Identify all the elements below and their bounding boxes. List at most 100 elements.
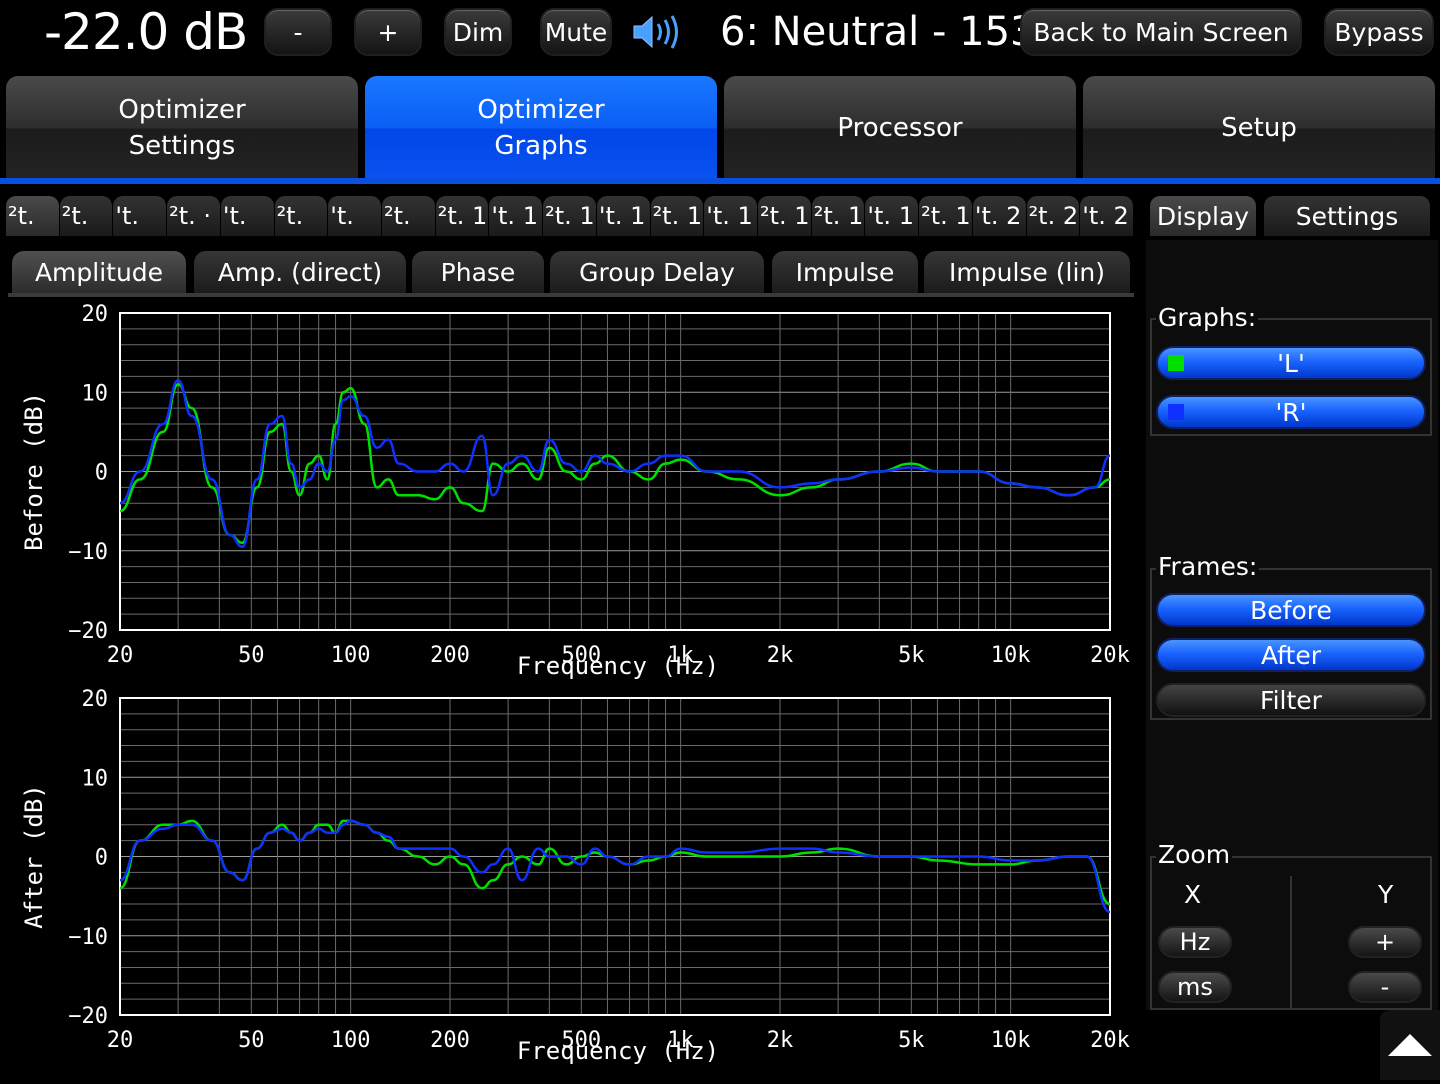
volume-readout: -22.0 dB (44, 3, 248, 61)
preset-title: 6: Neutral - 153 (720, 9, 1036, 55)
x-tick-label: 10k (991, 643, 1031, 668)
y-tick-label: 0 (95, 461, 108, 486)
after-amplitude-chart: 20100−10−2020 50 100 200 500 1k 2k 5k 10k 20kFreq… (20, 687, 1130, 1065)
position-tab[interactable]: 't. 1 (489, 196, 543, 236)
tab-processor[interactable]: Processor (724, 76, 1076, 180)
zoom-x-label: X (1184, 880, 1202, 909)
graph-toggle-right[interactable]: 'R' (1156, 395, 1426, 429)
scroll-up-button[interactable] (1380, 1010, 1440, 1080)
frames-group-title: Frames: (1156, 552, 1260, 581)
position-tab[interactable]: 't. 1 (596, 196, 650, 236)
x-tick-label: 50 (238, 1028, 265, 1053)
zoom-group-title: Zoom (1156, 840, 1233, 869)
position-tab[interactable]: 't. (113, 196, 167, 236)
zoom-y-out-button[interactable]: - (1348, 971, 1422, 1003)
tab-impulse-lin[interactable]: Impulse (lin) (924, 251, 1130, 293)
right-channel-swatch (1168, 404, 1184, 420)
position-tab[interactable]: ²t. · (167, 196, 220, 236)
y-tick-label: −10 (68, 925, 108, 950)
left-channel-swatch (1168, 355, 1184, 371)
position-tab[interactable]: ²t. 1· (650, 196, 704, 236)
position-tab[interactable]: 't. 2 (972, 196, 1026, 236)
x-tick-label: 50 (238, 643, 265, 668)
x-tick-label: 5k (898, 1028, 925, 1053)
x-tick-label: 20 (107, 643, 134, 668)
before-amplitude-chart: 20100−10−2020 50 100 200 500 1k 2k 5k 10k 20kFreq… (20, 302, 1130, 680)
y-tick-label: 20 (82, 687, 109, 712)
tab-optimizer-graphs[interactable]: Optimizer Graphs (365, 76, 717, 180)
y-tick-label: −10 (68, 540, 108, 565)
tab-group-delay[interactable]: Group Delay (550, 251, 764, 293)
tab-settings[interactable]: Settings (1264, 196, 1430, 236)
y-axis-label: After (dB) (20, 784, 48, 929)
y-tick-label: 20 (82, 302, 109, 327)
position-tab[interactable]: ²t. (382, 196, 435, 236)
zoom-y-in-button[interactable]: + (1348, 926, 1422, 958)
zoom-x-ms-button[interactable]: ms (1158, 971, 1232, 1003)
x-tick-label: 20 (107, 1028, 134, 1053)
y-tick-label: 10 (82, 381, 109, 406)
x-tick-label: 2k (767, 643, 794, 668)
tab-impulse[interactable]: Impulse (772, 251, 918, 293)
x-axis-label: Frequency (Hz) (517, 1037, 719, 1065)
frame-before-toggle[interactable]: Before (1156, 593, 1426, 627)
position-tab[interactable]: ²t. (59, 196, 113, 236)
position-tab[interactable]: ²t. (274, 196, 328, 236)
position-tab[interactable]: 't. (220, 196, 274, 236)
position-tab[interactable]: ²t. 1 (919, 196, 972, 236)
position-tab[interactable]: 't. (328, 196, 381, 236)
position-tab[interactable]: ²t. 1 (435, 196, 489, 236)
position-tab[interactable]: ²t. 2 (1026, 196, 1080, 236)
y-tick-label: 10 (82, 766, 109, 791)
volume-down-button[interactable]: - (264, 8, 332, 56)
x-tick-label: 200 (430, 643, 470, 668)
tab-amplitude[interactable]: Amplitude (12, 251, 186, 293)
x-axis-label: Frequency (Hz) (517, 652, 719, 680)
speaker-volume-icon (632, 14, 686, 54)
graph-toggle-right-label: 'R' (1275, 397, 1307, 427)
position-tab[interactable]: 't. 1 (704, 196, 757, 236)
x-tick-label: 10k (991, 1028, 1031, 1053)
tab-optimizer-settings[interactable]: Optimizer Settings (6, 76, 358, 180)
tab-underline (0, 178, 1440, 184)
up-arrow-icon (1388, 1034, 1432, 1056)
zoom-x-hz-button[interactable]: Hz (1158, 926, 1232, 958)
y-tick-label: −20 (68, 1004, 108, 1029)
bypass-button[interactable]: Bypass (1324, 8, 1434, 56)
graph-tabs-divider (8, 293, 1134, 297)
series-line-right (119, 819, 1111, 914)
series-line-right (119, 379, 1111, 549)
tab-amp-direct[interactable]: Amp. (direct) (194, 251, 406, 293)
x-tick-label: 2k (767, 1028, 794, 1053)
display-panel: Graphs: 'L' 'R' Frames: Before After Fil… (1146, 240, 1438, 1010)
position-tab[interactable]: 't. 2 (1080, 196, 1133, 236)
volume-up-button[interactable]: + (354, 8, 422, 56)
y-axis-label: Before (dB) (20, 392, 48, 551)
graph-toggle-left[interactable]: 'L' (1156, 346, 1426, 380)
x-tick-label: 5k (898, 643, 925, 668)
position-tab[interactable]: ²t. 1 (811, 196, 865, 236)
mute-button[interactable]: Mute (540, 8, 612, 56)
zoom-y-label: Y (1378, 880, 1394, 909)
x-tick-label: 20k (1090, 1028, 1130, 1053)
tab-phase[interactable]: Phase (412, 251, 544, 293)
position-tab[interactable]: ²t. (6, 196, 59, 236)
frame-filter-toggle[interactable]: Filter (1156, 683, 1426, 717)
position-tab[interactable]: ²t. 1 (543, 196, 596, 236)
graph-toggle-left-label: 'L' (1277, 348, 1305, 378)
graphs-group-title: Graphs: (1156, 303, 1259, 332)
tab-display[interactable]: Display (1150, 196, 1256, 236)
position-tab[interactable]: ²t. 1 (758, 196, 811, 236)
tab-setup[interactable]: Setup (1083, 76, 1435, 180)
x-tick-label: 20k (1090, 643, 1130, 668)
position-tab[interactable]: 't. 1 (865, 196, 919, 236)
back-to-main-screen-button[interactable]: Back to Main Screen (1020, 8, 1302, 56)
dim-button[interactable]: Dim (444, 8, 512, 56)
x-tick-label: 200 (430, 1028, 470, 1053)
zoom-divider (1290, 876, 1292, 1008)
x-tick-label: 100 (331, 1028, 371, 1053)
frame-after-toggle[interactable]: After (1156, 638, 1426, 672)
x-tick-label: 100 (331, 643, 371, 668)
y-tick-label: −20 (68, 619, 108, 644)
y-tick-label: 0 (95, 846, 108, 871)
